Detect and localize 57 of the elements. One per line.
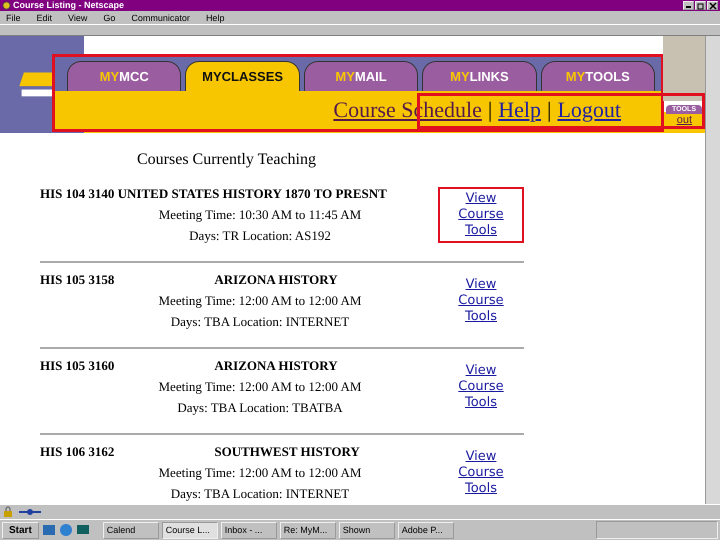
course-tools-link[interactable]: View Course Tools <box>454 277 508 325</box>
tab[interactable]: MYTOOLS <box>540 61 656 91</box>
course-title: SOUTHWEST HISTORY <box>214 443 360 461</box>
days-location: Days: TBA Location: TBATBA <box>176 399 344 417</box>
nav-link[interactable]: Help <box>498 97 542 123</box>
menu-item[interactable]: Communicator <box>131 12 190 22</box>
course-code: HIS 105 3160 <box>40 357 114 375</box>
taskbar-button[interactable]: Re: MyM... <box>280 522 336 538</box>
start-button[interactable]: Start <box>2 522 39 538</box>
minimize-button[interactable] <box>683 1 694 10</box>
course-code: HIS 105 3158 <box>40 271 114 289</box>
app-icon <box>2 1 11 10</box>
monitor-icon[interactable] <box>76 523 90 537</box>
menu-item[interactable]: Edit <box>36 12 52 22</box>
menu-item[interactable]: File <box>6 12 21 22</box>
close-icon <box>708 2 716 10</box>
taskbar-button[interactable]: Course L... <box>162 522 218 538</box>
taskbar-button[interactable]: Inbox - ... <box>220 522 277 538</box>
restore-icon <box>696 2 704 10</box>
menu-item[interactable]: Go <box>103 12 116 22</box>
window-title: Course Listing - Netscape <box>13 0 126 11</box>
close-button[interactable] <box>707 1 718 10</box>
taskbar-button[interactable]: Adobe P... <box>398 522 454 538</box>
days-location: Days: TBA Location: INTERNET <box>170 485 350 503</box>
minimize-icon <box>686 6 691 8</box>
desktop-icon[interactable] <box>42 523 56 537</box>
taskbar-button[interactable]: Shown <box>338 522 395 538</box>
separator: | <box>547 97 552 123</box>
tab[interactable]: MYLINKS <box>422 61 537 91</box>
tab[interactable]: MYMAIL <box>304 61 418 91</box>
meeting-time: Meeting Time: 12:00 AM to 12:00 AM <box>158 292 362 310</box>
separator: | <box>488 97 492 123</box>
course-tools-link[interactable]: View Course Tools <box>454 191 508 239</box>
nav-link[interactable]: Logout <box>557 97 621 123</box>
meeting-time: Meeting Time: 10:30 AM to 11:45 AM <box>158 206 362 224</box>
course-title: ARIZONA HISTORY <box>214 357 338 375</box>
meeting-time: Meeting Time: 12:00 AM to 12:00 AM <box>158 464 362 482</box>
meeting-time: Meeting Time: 12:00 AM to 12:00 AM <box>158 378 362 396</box>
course-tools-link[interactable]: View Course Tools <box>454 363 508 411</box>
tab[interactable]: MYCLASSES <box>185 61 300 91</box>
browser-icon[interactable] <box>58 523 73 537</box>
course-code: HIS 106 3162 <box>40 443 114 461</box>
scrollbar[interactable] <box>705 36 720 504</box>
course-tools-link[interactable]: View Course Tools <box>454 449 508 497</box>
connection-icon <box>18 506 42 518</box>
photo-placeholder <box>663 36 705 101</box>
restore-button[interactable] <box>695 1 706 10</box>
course-title: ARIZONA HISTORY <box>214 271 338 289</box>
taskbar-button[interactable]: Calend <box>102 522 159 538</box>
course-title: HIS 104 3140 UNITED STATES HISTORY 1870 TO PRESNT <box>40 185 387 203</box>
lock-icon <box>2 506 14 518</box>
menu-item[interactable]: View <box>68 12 88 22</box>
days-location: Days: TBA Location: INTERNET <box>170 313 350 331</box>
tab[interactable]: MYMCC <box>67 61 182 91</box>
days-location: Days: TR Location: AS192 <box>188 227 332 245</box>
menu-item[interactable]: Help <box>206 12 224 22</box>
page-heading: Courses Currently Teaching <box>136 151 317 169</box>
